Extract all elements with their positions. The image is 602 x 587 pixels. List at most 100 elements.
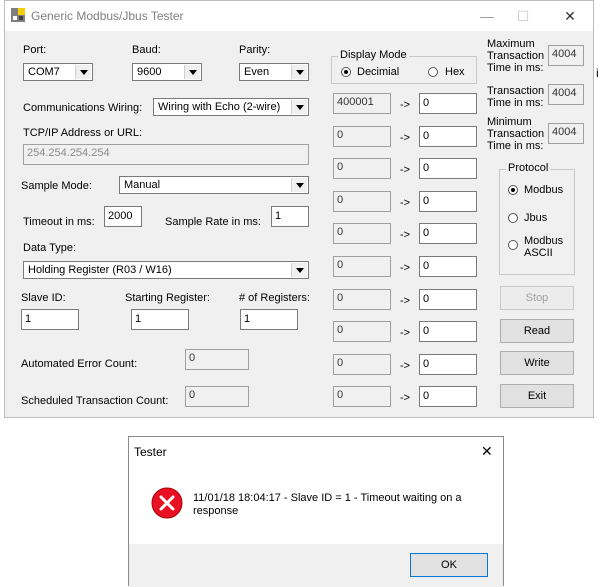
- read-button[interactable]: Read: [500, 319, 574, 343]
- sample-mode-select[interactable]: Manual: [119, 176, 309, 194]
- hex-label: Hex: [445, 66, 465, 78]
- max-time-label-line: Transaction: [487, 50, 545, 62]
- stop-button[interactable]: Stop: [500, 286, 574, 310]
- min-time-field: 4004: [548, 123, 584, 144]
- num-registers-label: # of Registers:: [239, 292, 310, 304]
- register-address-value: 0: [337, 226, 344, 238]
- register-address-value: 0: [337, 357, 344, 369]
- port-value: COM7: [28, 66, 60, 78]
- baud-label: Baud:: [132, 44, 161, 56]
- register-address-field: 0: [333, 321, 391, 342]
- num-registers-input[interactable]: 1: [240, 309, 298, 330]
- baud-select[interactable]: 9600: [132, 63, 202, 81]
- baud-value: 9600: [137, 66, 162, 78]
- register-address-value: 0: [337, 161, 344, 173]
- register-value-input[interactable]: 0: [419, 223, 477, 244]
- arrow-label: ->: [400, 295, 411, 307]
- chevron-down-icon[interactable]: [291, 100, 307, 114]
- modbus-ascii-label-line: Modbus: [524, 235, 564, 247]
- error-dialog: Tester ✕ 11/01/18 18:04:17 - Slave ID = …: [128, 436, 504, 587]
- modbus-label: Modbus: [524, 184, 564, 196]
- dialog-message-line: response: [193, 505, 239, 517]
- parity-select[interactable]: Even: [239, 63, 309, 81]
- register-value-input[interactable]: 0: [419, 354, 477, 375]
- error-count-value: 0: [189, 352, 196, 364]
- modbus-radio[interactable]: [508, 185, 518, 195]
- register-value-input[interactable]: 0: [419, 158, 477, 179]
- jbus-radio[interactable]: [508, 213, 518, 223]
- modbus-ascii-radio[interactable]: [508, 240, 518, 250]
- register-address-value: 0: [337, 259, 344, 271]
- modbus-ascii-label-line: ASCII: [524, 247, 553, 259]
- register-value: 0: [423, 162, 430, 174]
- arrow-label: ->: [400, 262, 411, 274]
- sample-rate-input[interactable]: 1: [271, 206, 309, 227]
- sample-rate-value: 1: [275, 210, 282, 222]
- register-value: 0: [423, 390, 430, 402]
- dialog-close-button[interactable]: ✕: [481, 443, 493, 460]
- error-count-label: Automated Error Count:: [21, 358, 138, 370]
- chevron-down-icon[interactable]: [291, 263, 307, 277]
- min-time-label-line: Minimum: [487, 116, 532, 128]
- num-registers-value: 1: [244, 313, 251, 325]
- min-time-label-line: Time in ms:: [487, 140, 544, 152]
- data-type-value: Holding Register (R03 / W16): [28, 264, 172, 276]
- timeout-label: Timeout in ms:: [23, 216, 95, 228]
- decimal-radio[interactable]: [341, 67, 351, 77]
- register-value: 0: [423, 260, 430, 272]
- minimize-button[interactable]: —: [469, 6, 505, 26]
- register-value-input[interactable]: 0: [419, 321, 477, 342]
- write-button[interactable]: Write: [500, 351, 574, 375]
- ok-button[interactable]: OK: [410, 553, 488, 577]
- starting-register-input[interactable]: 1: [131, 309, 189, 330]
- slave-id-input[interactable]: 1: [21, 309, 79, 330]
- chevron-down-icon[interactable]: [75, 65, 91, 79]
- chevron-down-icon[interactable]: [184, 65, 200, 79]
- hex-radio[interactable]: [428, 67, 438, 77]
- register-value: 0: [423, 195, 430, 207]
- stray-text: i: [596, 66, 599, 80]
- port-select[interactable]: COM7: [23, 63, 93, 81]
- register-address-value: 0: [337, 389, 344, 401]
- register-address-value: 0: [337, 324, 344, 336]
- register-address-field: 0: [333, 126, 391, 147]
- starting-register-value: 1: [135, 313, 142, 325]
- max-time-field: 4004: [548, 45, 584, 66]
- title-bar: Generic Modbus/Jbus Tester — ☐ ✕: [5, 1, 593, 31]
- error-count-field: 0: [185, 349, 249, 370]
- register-value: 0: [423, 358, 430, 370]
- maximize-button[interactable]: ☐: [505, 6, 541, 26]
- slave-id-label: Slave ID:: [21, 292, 66, 304]
- register-value-input[interactable]: 0: [419, 289, 477, 310]
- register-value-input[interactable]: 0: [419, 126, 477, 147]
- data-type-select[interactable]: Holding Register (R03 / W16): [23, 261, 309, 279]
- close-button[interactable]: ✕: [552, 6, 588, 26]
- max-time-label: Maximum Transaction Time in ms:: [487, 38, 544, 74]
- starting-register-label: Starting Register:: [125, 292, 210, 304]
- decimal-label: Decimial: [357, 66, 400, 78]
- register-value-input[interactable]: 0: [419, 386, 477, 407]
- register-address-field: 0: [333, 256, 391, 277]
- wiring-value: Wiring with Echo (2-wire): [158, 101, 281, 113]
- wiring-select[interactable]: Wiring with Echo (2-wire): [153, 98, 309, 116]
- register-address-field: 0: [333, 386, 391, 407]
- register-address-value: 0: [337, 194, 344, 206]
- register-address-field: 0: [333, 191, 391, 212]
- trans-time-label-line: Time in ms:: [487, 97, 544, 109]
- max-time-value: 4004: [552, 48, 577, 60]
- arrow-label: ->: [400, 327, 411, 339]
- register-value-input[interactable]: 0: [419, 256, 477, 277]
- register-address-field: 0: [333, 158, 391, 179]
- timeout-input[interactable]: 2000: [104, 206, 142, 227]
- arrow-label: ->: [400, 99, 411, 111]
- exit-button[interactable]: Exit: [500, 384, 574, 408]
- slave-id-value: 1: [25, 313, 32, 325]
- register-value-input[interactable]: 0: [419, 93, 477, 114]
- protocol-title: Protocol: [506, 162, 551, 174]
- tcp-address-field[interactable]: 254.254.254.254: [23, 144, 309, 165]
- trans-time-field: 4004: [548, 84, 584, 105]
- arrow-label: ->: [400, 164, 411, 176]
- register-value-input[interactable]: 0: [419, 191, 477, 212]
- chevron-down-icon[interactable]: [291, 65, 307, 79]
- chevron-down-icon[interactable]: [291, 178, 307, 192]
